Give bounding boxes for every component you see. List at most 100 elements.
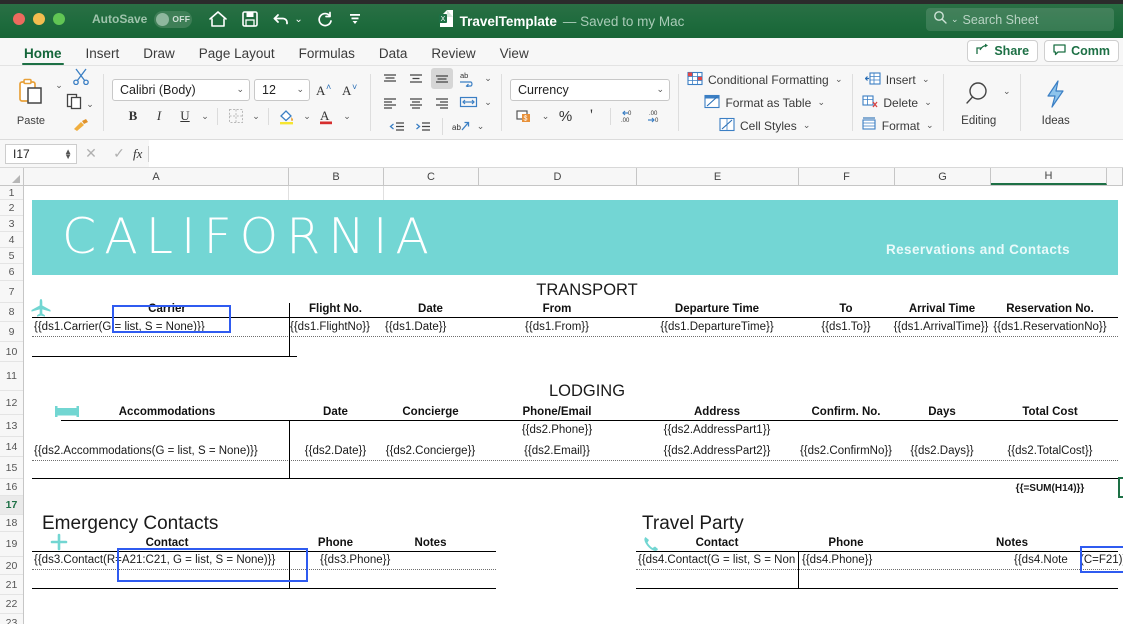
transport-cell-departure[interactable]: {{ds1.DepartureTime}} [636,321,798,333]
column-header-h[interactable]: H [991,168,1107,185]
row-header-21[interactable]: 21 [0,575,23,595]
travelparty-cell-phone[interactable]: {{ds4.Phone}} [802,554,912,566]
increase-font-size-icon[interactable]: A ˄ [314,79,336,100]
transport-cell-reservation[interactable]: {{ds1.ReservationNo}} [988,321,1112,333]
align-right-icon[interactable] [431,92,453,113]
travelparty-cell-note[interactable]: {{ds4.Note [1014,554,1084,566]
lodging-cell-email[interactable]: {{ds2.Email}} [478,445,636,457]
comma-style-button[interactable]: ' [581,106,603,127]
lodging-cell-accommodations[interactable]: {{ds2.Accommodations(G = list, S = None)… [34,445,289,457]
row-header-20[interactable]: 20 [0,557,23,575]
row-header-16[interactable]: 16 [0,479,23,496]
minimize-window-button[interactable] [33,13,45,25]
transport-cell-to[interactable]: {{ds1.To}} [798,321,894,333]
decrease-decimal-icon[interactable]: .00 0 [644,106,666,127]
lodging-cell-days[interactable]: {{ds2.Days}} [894,445,990,457]
row-header-15[interactable]: 15 [0,457,23,479]
align-top-icon[interactable] [379,68,401,89]
row-header-17[interactable]: 17 [0,496,23,515]
lodging-cell-totalcost[interactable]: {{ds2.TotalCost}} [988,445,1112,457]
cell-styles-button[interactable]: Cell Styles ⌄ [719,116,812,136]
row-header-8[interactable]: 8 [0,303,23,322]
formula-input[interactable] [149,140,1123,167]
fill-color-icon[interactable] [276,106,298,127]
row-header-13[interactable]: 13 [0,415,23,437]
row-header-23[interactable]: 23 [0,614,23,624]
column-header-b[interactable]: B [289,168,384,185]
transport-cell-arrival[interactable]: {{ds1.ArrivalTime}} [892,321,990,333]
column-header-e[interactable]: E [637,168,799,185]
tab-review[interactable]: Review [419,46,487,65]
tab-draw[interactable]: Draw [131,46,187,65]
column-header-d[interactable]: D [479,168,637,185]
copy-icon[interactable] [66,93,83,115]
tab-formulas[interactable]: Formulas [287,46,367,65]
undo-dropdown-icon[interactable]: ⌄ [294,14,302,25]
font-name-select[interactable]: Calibri (Body) ⌄ [112,78,250,101]
row-header-11[interactable]: 11 [0,362,23,391]
accounting-dropdown-icon[interactable]: ⌄ [541,111,551,122]
insert-cells-button[interactable]: Insert ⌄ [864,70,931,90]
customize-toolbar-icon[interactable] [347,11,363,27]
chevron-down-icon[interactable]: ⌄ [923,97,933,108]
decrease-font-size-icon[interactable]: A ˅ [340,79,362,100]
format-as-table-button[interactable]: Format as Table ⌄ [704,93,826,113]
transport-cell-flightno[interactable]: {{ds1.FlightNo}} [290,321,385,333]
font-size-select[interactable]: 12 ⌄ [254,78,310,101]
format-cells-button[interactable]: Format ⌄ [861,116,935,136]
cancel-formula-icon[interactable]: ✕ [77,145,105,162]
travelparty-cell-note-ref[interactable]: (C=F21)}} [1080,554,1123,566]
column-header-c[interactable]: C [384,168,479,185]
row-header-7[interactable]: 7 [0,281,23,303]
fill-color-dropdown-icon[interactable]: ⌄ [302,111,312,122]
transport-cell-carrier[interactable]: {{ds1.Carrier(G = list, S = None)}} [34,321,289,333]
editing-dropdown-icon[interactable]: ⌄ [1002,86,1012,97]
chevron-down-icon[interactable]: ⌄ [925,120,935,131]
row-header-10[interactable]: 10 [0,342,23,362]
undo-icon[interactable] [272,10,290,28]
ideas-button[interactable]: Ideas [1029,79,1083,127]
lodging-cell-date[interactable]: {{ds2.Date}} [288,445,383,457]
row-header-9[interactable]: 9 [0,322,23,342]
underline-button[interactable]: U [174,106,196,127]
transport-cell-from[interactable]: {{ds1.From}} [478,321,636,333]
tab-view[interactable]: View [488,46,541,65]
align-left-icon[interactable] [379,92,401,113]
emergency-cell-phone[interactable]: {{ds3.Phone}} [320,554,430,566]
home-icon[interactable] [208,10,228,28]
autosave-control[interactable]: AutoSave OFF [92,10,193,28]
increase-indent-icon[interactable] [413,116,435,137]
travelparty-cell-contact[interactable]: {{ds4.Contact(G = list, S = Non [638,554,796,566]
italic-button[interactable]: I [148,106,170,127]
chevron-down-icon[interactable]: ⌄ [802,120,812,131]
maximize-window-button[interactable] [53,13,65,25]
percent-style-button[interactable]: % [555,106,577,127]
editing-button[interactable]: Editing [952,79,1006,127]
text-orientation-dropdown-icon[interactable]: ⌄ [476,121,486,132]
bold-button[interactable]: B [122,106,144,127]
column-header-g[interactable]: G [895,168,991,185]
lodging-cell-address2[interactable]: {{ds2.AddressPart2}} [636,445,798,457]
paste-button[interactable]: Paste [8,78,54,127]
lodging-total-sum[interactable]: {{=SUM(H14)}} [990,483,1110,494]
transport-cell-date[interactable]: {{ds1.Date}} [385,321,480,333]
merge-dropdown-icon[interactable]: ⌄ [483,97,493,108]
wrap-text-dropdown-icon[interactable]: ⌄ [483,73,493,84]
column-header-extra[interactable] [1107,168,1123,185]
tab-insert[interactable]: Insert [74,46,132,65]
autosave-toggle[interactable]: OFF [154,10,193,28]
row-header-22[interactable]: 22 [0,595,23,614]
redo-icon[interactable] [316,10,334,28]
font-color-icon[interactable]: A [316,106,338,127]
search-sheet-box[interactable]: ⌄ Search Sheet [926,8,1114,31]
confirm-formula-icon[interactable]: ✓ [105,145,133,162]
lodging-cell-confirmno[interactable]: {{ds2.ConfirmNo}} [796,445,896,457]
lodging-cell-phone[interactable]: {{ds2.Phone}} [478,424,636,436]
format-painter-icon[interactable] [72,118,90,138]
lodging-cell-concierge[interactable]: {{ds2.Concierge}} [383,445,478,457]
align-bottom-icon[interactable] [431,68,453,89]
close-window-button[interactable] [13,13,25,25]
emergency-cell-contact[interactable]: {{ds3.Contact(R=A21:C21, G = list, S = N… [34,554,299,566]
tab-data[interactable]: Data [367,46,420,65]
name-box-stepper-icon[interactable]: ▲ ▼ [64,147,72,160]
